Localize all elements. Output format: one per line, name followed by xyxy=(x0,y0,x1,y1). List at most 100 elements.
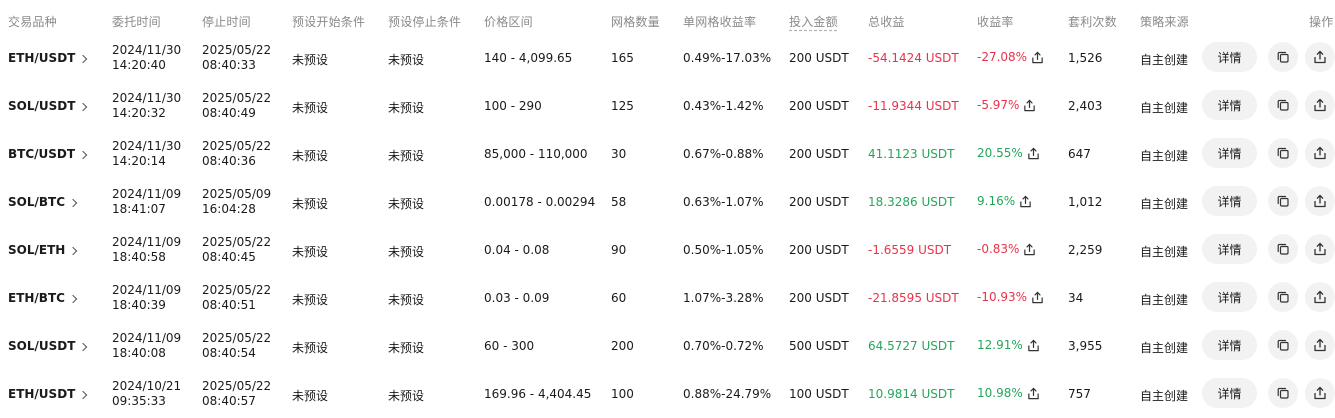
share-icon[interactable] xyxy=(1027,147,1040,160)
yield-cell: 12.91% xyxy=(977,338,1040,352)
copy-strategy-button[interactable] xyxy=(1268,378,1298,408)
pair-link[interactable]: SOL/USDT xyxy=(8,99,88,113)
detail-button[interactable]: 详情 xyxy=(1202,90,1257,120)
header-total-profit: 总收益 xyxy=(868,15,905,29)
preset-stop-value: 未预设 xyxy=(388,245,425,259)
grid-strategy-history-table: 交易品种 委托时间 停止时间 预设开始条件 预设停止条件 价格区间 网格数量 单… xyxy=(0,0,1335,413)
share-button[interactable] xyxy=(1305,282,1335,312)
copy-strategy-button[interactable] xyxy=(1268,138,1298,168)
yield-cell: -27.08% xyxy=(977,50,1044,64)
source-value: 自主创建 xyxy=(1140,197,1189,211)
stop-clock: 08:40:49 xyxy=(202,106,256,120)
share-icon[interactable] xyxy=(1027,387,1040,400)
pair-label: SOL/BTC xyxy=(8,195,66,209)
detail-button[interactable]: 详情 xyxy=(1202,42,1257,72)
investment-value: 200 USDT xyxy=(789,147,849,161)
header-entrust-time: 委托时间 xyxy=(112,15,161,29)
table-row: ETH/USDT 2024/11/30 14:20:40 2025/05/22 … xyxy=(0,34,1335,82)
chevron-right-icon xyxy=(79,102,88,111)
pair-link[interactable]: SOL/ETH xyxy=(8,243,78,257)
yield-cell: -0.83% xyxy=(977,242,1036,256)
total-profit-value: -54.1424 USDT xyxy=(868,51,959,65)
yield-value: 10.98% xyxy=(977,386,1023,400)
stop-clock: 08:40:54 xyxy=(202,346,256,360)
copy-strategy-button[interactable] xyxy=(1268,234,1298,264)
share-button[interactable] xyxy=(1305,90,1335,120)
copy-strategy-button[interactable] xyxy=(1268,330,1298,360)
per-grid-return-value: 0.63%-1.07% xyxy=(683,195,764,209)
stop-time: 2025/05/22 08:40:57 xyxy=(202,379,271,409)
yield-value: -5.97% xyxy=(977,98,1020,112)
pair-label: ETH/USDT xyxy=(8,51,76,65)
arbitrage-count-value: 2,259 xyxy=(1068,243,1103,257)
copy-strategy-button[interactable] xyxy=(1268,90,1298,120)
grid-count-value: 125 xyxy=(611,99,634,113)
share-icon[interactable] xyxy=(1027,339,1040,352)
copy-strategy-button[interactable] xyxy=(1268,42,1298,72)
share-button[interactable] xyxy=(1305,138,1335,168)
stop-date: 2025/05/22 xyxy=(202,235,272,249)
pair-link[interactable]: SOL/USDT xyxy=(8,339,88,353)
source-value: 自主创建 xyxy=(1140,389,1189,403)
detail-button[interactable]: 详情 xyxy=(1202,330,1257,360)
share-icon[interactable] xyxy=(1019,195,1032,208)
copy-strategy-button[interactable] xyxy=(1268,282,1298,312)
share-icon[interactable] xyxy=(1023,99,1036,112)
entrust-time: 2024/11/30 14:20:14 xyxy=(112,139,181,169)
share-icon[interactable] xyxy=(1031,51,1044,64)
header-arbitrage-count: 套利次数 xyxy=(1068,15,1117,29)
detail-button[interactable]: 详情 xyxy=(1202,138,1257,168)
entrust-clock: 14:20:40 xyxy=(112,58,166,72)
share-icon[interactable] xyxy=(1023,243,1036,256)
pair-label: SOL/USDT xyxy=(8,99,76,113)
header-grid-count: 网格数量 xyxy=(611,15,660,29)
grid-count-value: 60 xyxy=(611,291,627,305)
table-row: SOL/USDT 2024/11/09 18:40:08 2025/05/22 … xyxy=(0,322,1335,370)
source-value: 自主创建 xyxy=(1140,149,1189,163)
yield-cell: -5.97% xyxy=(977,98,1036,112)
copy-icon xyxy=(1277,291,1289,303)
detail-button[interactable]: 详情 xyxy=(1202,186,1257,216)
pair-link[interactable]: ETH/USDT xyxy=(8,51,88,65)
share-button[interactable] xyxy=(1305,234,1335,264)
investment-value: 200 USDT xyxy=(789,99,849,113)
pair-link[interactable]: SOL/BTC xyxy=(8,195,78,209)
preset-stop-value: 未预设 xyxy=(388,101,425,115)
entrust-clock: 14:20:32 xyxy=(112,106,166,120)
share-icon xyxy=(1314,242,1326,256)
arbitrage-count-value: 1,012 xyxy=(1068,195,1103,209)
stop-date: 2025/05/22 xyxy=(202,91,272,105)
total-profit-value: -11.9344 USDT xyxy=(868,99,959,113)
chevron-right-icon xyxy=(78,150,88,159)
header-pair: 交易品种 xyxy=(8,15,57,29)
total-profit-value: 10.9814 USDT xyxy=(868,387,955,401)
detail-button[interactable]: 详情 xyxy=(1202,282,1257,312)
stop-time: 2025/05/22 08:40:45 xyxy=(202,235,271,265)
detail-button[interactable]: 详情 xyxy=(1202,234,1257,264)
share-button[interactable] xyxy=(1305,186,1335,216)
header-source: 策略来源 xyxy=(1140,15,1189,29)
detail-button[interactable]: 详情 xyxy=(1202,378,1257,408)
share-button[interactable] xyxy=(1305,42,1335,72)
share-button[interactable] xyxy=(1305,378,1335,408)
stop-time: 2025/05/22 08:40:51 xyxy=(202,283,271,313)
pair-link[interactable]: BTC/USDT xyxy=(8,147,88,161)
stop-clock: 08:40:45 xyxy=(202,250,256,264)
preset-stop-value: 未预设 xyxy=(388,389,425,403)
chevron-right-icon xyxy=(68,294,78,303)
share-icon[interactable] xyxy=(1031,291,1044,304)
arbitrage-count-value: 34 xyxy=(1068,291,1084,305)
yield-value: 9.16% xyxy=(977,194,1016,208)
share-button[interactable] xyxy=(1305,330,1335,360)
header-investment[interactable]: 投入金额 xyxy=(789,13,838,30)
investment-value: 200 USDT xyxy=(789,243,849,257)
chevron-right-icon xyxy=(79,342,88,351)
pair-link[interactable]: ETH/BTC xyxy=(8,291,78,305)
stop-date: 2025/05/22 xyxy=(202,379,272,393)
pair-link[interactable]: ETH/USDT xyxy=(8,387,88,401)
grid-count-value: 58 xyxy=(611,195,627,209)
yield-cell: 20.55% xyxy=(977,146,1040,160)
copy-strategy-button[interactable] xyxy=(1268,186,1298,216)
stop-clock: 08:40:57 xyxy=(202,394,256,408)
entrust-time: 2024/11/30 14:20:40 xyxy=(112,43,181,73)
